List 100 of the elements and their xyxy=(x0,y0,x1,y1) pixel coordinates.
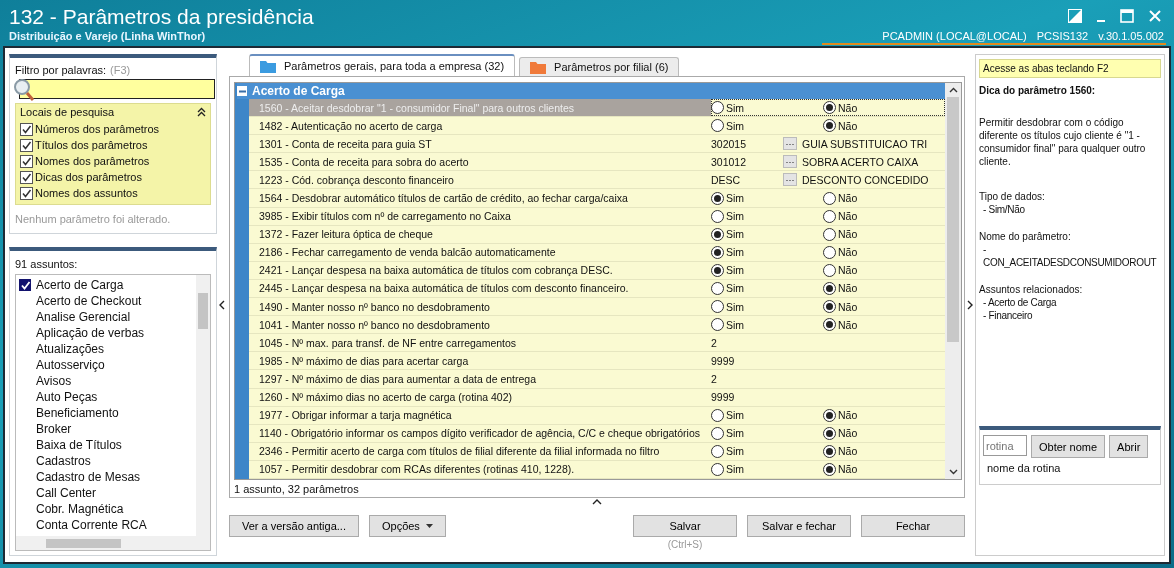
section-heading: Tipo de dados: xyxy=(979,190,1046,203)
save-close-button[interactable]: Salvar e fechar xyxy=(747,514,851,537)
caret-icon xyxy=(425,523,433,528)
subject-item[interactable]: Auto Peças xyxy=(19,389,196,405)
subject-item[interactable]: Cadastros xyxy=(19,453,196,469)
radio-button[interactable] xyxy=(711,209,724,223)
vertical-scrollbar[interactable] xyxy=(945,83,961,479)
parameter-row[interactable]: 1045 - Nº max. para transf. de NF entre carregamentos 2 xyxy=(249,334,945,353)
hint-banner: Acesse as abas teclando F2 xyxy=(979,59,1161,78)
checkbox[interactable] xyxy=(20,170,33,184)
lookup-button[interactable]: ··· xyxy=(783,155,797,169)
radio-button[interactable] xyxy=(711,119,724,133)
subject-item[interactable]: Beneficiamento xyxy=(19,405,196,421)
parameter-name: 2186 - Fechar carregamento de venda balcão automaticamente xyxy=(258,245,557,261)
close-button[interactable]: Fechar xyxy=(861,514,965,537)
subject-item[interactable]: Call Center xyxy=(19,485,196,501)
radio-button[interactable] xyxy=(823,227,836,241)
parameter-row[interactable]: 1301 - Conta de receita para guia ST 302015 ··· GUIA SUBSTITUICAO TRI xyxy=(249,135,945,154)
radio-button[interactable] xyxy=(823,444,836,458)
close-icon[interactable] xyxy=(1148,9,1162,23)
subject-item[interactable]: Acerto de Checkout xyxy=(19,293,196,309)
subject-item[interactable]: Conta Corrente RCA xyxy=(19,517,196,533)
parameter-row[interactable]: 1260 - Nº máximo dias no acerto de carga (rotina 402) 9999 xyxy=(249,388,945,407)
radio-button[interactable] xyxy=(711,101,724,115)
radio-button[interactable] xyxy=(711,245,724,259)
old-version-button[interactable]: Ver a versão antiga... xyxy=(229,514,359,537)
radio-button[interactable] xyxy=(823,282,836,295)
parameter-row[interactable]: 1977 - Obrigar informar a tarja magnética Sim Não xyxy=(249,406,945,425)
radio-button[interactable] xyxy=(711,426,724,440)
maximize-icon[interactable] xyxy=(1120,9,1134,23)
radio-label: Sim xyxy=(726,210,745,223)
options-button[interactable]: Opções xyxy=(368,514,446,537)
checkbox[interactable] xyxy=(20,138,33,152)
lookup-button[interactable]: ··· xyxy=(783,173,797,187)
radio-button[interactable] xyxy=(823,408,836,422)
parameter-row[interactable]: 1223 - Cód. cobrança desconto financeiro DESC ··· DESCONTO CONCEDIDO xyxy=(249,171,945,190)
subject-item[interactable]: Acerto de Carga xyxy=(19,277,196,293)
radio-button[interactable] xyxy=(711,263,724,277)
parameter-row[interactable]: 1041 - Manter nosso nº banco no desdobramento Sim Não xyxy=(249,316,945,335)
checkbox[interactable] xyxy=(20,154,33,168)
subject-item[interactable]: Avisos xyxy=(19,373,196,389)
scroll-down-icon[interactable] xyxy=(948,468,958,475)
parameter-row[interactable]: 1297 - Nº máximo de dias para aumentar a data de entrega 2 xyxy=(249,370,945,389)
vertical-scrollbar[interactable] xyxy=(196,275,210,536)
radio-button[interactable] xyxy=(823,462,836,476)
radio-button[interactable] xyxy=(823,209,836,223)
parameter-row[interactable]: 1560 - Aceitar desdobrar "1 - consumidor Final" para outros clientes Sim Não xyxy=(249,99,945,118)
window-subtitle: Distribuição e Varejo (Linha WinThor) xyxy=(9,30,207,42)
subject-item[interactable]: Autosserviço xyxy=(19,357,196,373)
lookup-button[interactable]: ··· xyxy=(783,137,797,151)
radio-button[interactable] xyxy=(823,191,836,205)
parameter-row[interactable]: 1564 - Desdobrar automático títulos de cartão de crédito, ao fechar carga/caixa Sim Não xyxy=(249,189,945,208)
tab[interactable]: Parâmetros por filial (6) xyxy=(519,57,680,76)
restore-icon[interactable] xyxy=(1068,9,1082,23)
parameter-row[interactable]: 2186 - Fechar carregamento de venda balcão automaticamente Sim Não xyxy=(249,243,945,262)
subject-item[interactable]: Analise Gerencial xyxy=(19,309,196,325)
parameter-row[interactable]: 1140 - Obrigatório informar os campos dígito verificador de agência, C/C e cheque obrigatórios Sim Não xyxy=(249,424,945,443)
radio-button[interactable] xyxy=(823,263,836,277)
parameter-row[interactable]: 2346 - Permitir acerto de carga com títulos de filial diferente da filial informada no filtro Sim Não xyxy=(249,442,945,461)
scroll-up-icon[interactable] xyxy=(948,87,958,93)
collapse-icon[interactable] xyxy=(197,107,206,117)
radio-button[interactable] xyxy=(823,426,836,440)
subject-item[interactable]: Broker xyxy=(19,421,196,437)
open-button[interactable]: Abrir xyxy=(1109,435,1149,458)
checkbox[interactable] xyxy=(20,122,33,136)
subject-item[interactable]: Aplicação de verbas xyxy=(19,325,196,341)
horizontal-scrollbar[interactable] xyxy=(16,536,210,550)
routine-field[interactable]: rotina xyxy=(983,435,1027,456)
radio-button[interactable] xyxy=(711,282,724,295)
subject-item[interactable]: Cobr. Magnética xyxy=(19,501,196,517)
radio-button[interactable] xyxy=(823,101,836,115)
parameter-row[interactable]: 2445 - Lançar despesa na baixa automática de títulos com desconto financeiro. Sim Não xyxy=(249,279,945,299)
parameter-row[interactable]: 2421 - Lançar despesa na baixa automática de títulos com cobrança DESC. Sim Não xyxy=(249,261,945,280)
filter-field[interactable] xyxy=(19,79,215,99)
radio-button[interactable] xyxy=(711,191,724,205)
parameter-row[interactable]: 1535 - Conta de receita para sobra do acerto 301012 ··· SOBRA ACERTO CAIXA xyxy=(249,153,945,172)
parameter-row[interactable]: 3985 - Exibir títulos com nº de carregamento no Caixa Sim Não xyxy=(249,207,945,226)
radio-button[interactable] xyxy=(711,444,724,458)
radio-button[interactable] xyxy=(823,119,836,133)
parameter-row[interactable]: 1490 - Manter nosso nº banco no desdobramento Sim Não xyxy=(249,298,945,317)
tab[interactable]: Parâmetros gerais, para toda a empresa (32) xyxy=(249,54,516,76)
radio-button[interactable] xyxy=(823,300,836,314)
parameter-row[interactable]: 1372 - Fazer leitura óptica de cheque Sim Não xyxy=(249,225,945,244)
parameter-row[interactable]: 1482 - Autenticação no acerto de carga Sim Não xyxy=(249,117,945,136)
radio-button[interactable] xyxy=(711,318,724,332)
radio-button[interactable] xyxy=(823,245,836,259)
parameter-row[interactable]: 1985 - Nº máximo de dias para acertar carga 9999 xyxy=(249,352,945,371)
save-button[interactable]: Salvar xyxy=(633,514,737,537)
radio-button[interactable] xyxy=(823,318,836,332)
radio-button[interactable] xyxy=(711,462,724,476)
subject-item[interactable]: Cadastro de Mesas xyxy=(19,469,196,485)
subject-item[interactable]: Atualizações xyxy=(19,341,196,357)
parameter-name: 1140 - Obrigatório informar os campos dígito verificador de agência, C/C e cheque obrigatórios xyxy=(258,426,702,442)
radio-button[interactable] xyxy=(711,300,724,314)
radio-button[interactable] xyxy=(711,408,724,422)
checkbox[interactable] xyxy=(20,186,33,200)
subject-item[interactable]: Baixa de Títulos xyxy=(19,437,196,453)
radio-button[interactable] xyxy=(711,227,724,241)
parameter-row[interactable]: 1057 - Permitir desdobrar com RCAs diferentes (rotinas 410, 1228). Sim Não xyxy=(249,460,945,479)
get-name-button[interactable]: Obter nome xyxy=(1031,435,1106,458)
